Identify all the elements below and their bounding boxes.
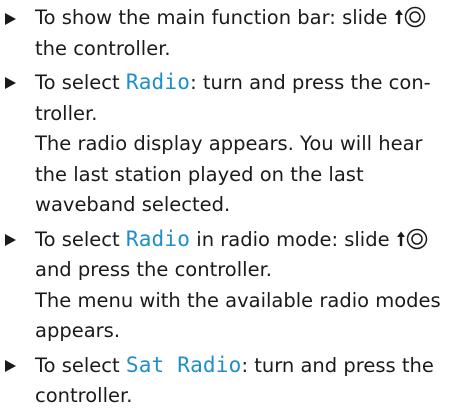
instruction-step-main-function-bar: To show the main function bar: slide the… [0, 3, 462, 64]
step-text: the controller. [35, 36, 171, 60]
controller-slide-up-icon [394, 6, 427, 28]
step-result-text: The menu with the available radio modes … [35, 288, 441, 343]
instruction-step-radio-mode: To select Radio in radio mode: slide and… [0, 224, 462, 347]
triangle-bullet-icon [5, 359, 16, 372]
step-text: in radio mode: slide [190, 227, 396, 251]
triangle-bullet-icon [5, 77, 16, 89]
keyword-radio: Radio [125, 226, 191, 251]
keyword-sat-radio: Sat Radio [125, 352, 242, 377]
step-result-text: The radio display appears. You will hear… [35, 132, 423, 216]
keyword-radio: Radio [125, 70, 191, 94]
step-text: and press the controller. [35, 258, 272, 281]
triangle-bullet-icon [5, 13, 16, 25]
step-text: To select [35, 227, 126, 251]
step-text: To select [35, 71, 126, 94]
step-text: To show the main function bar: slide [35, 6, 394, 29]
step-text: To select [35, 353, 126, 377]
triangle-bullet-icon [5, 233, 16, 246]
controller-slide-up-icon [396, 228, 429, 250]
instruction-step-select-radio: To select Radio: turn and press the con-… [0, 67, 462, 221]
instruction-step-select-sat-radio: To select Sat Radio: turn and press the … [0, 350, 462, 412]
instruction-page: To show the main function bar: slide the… [0, 0, 462, 407]
